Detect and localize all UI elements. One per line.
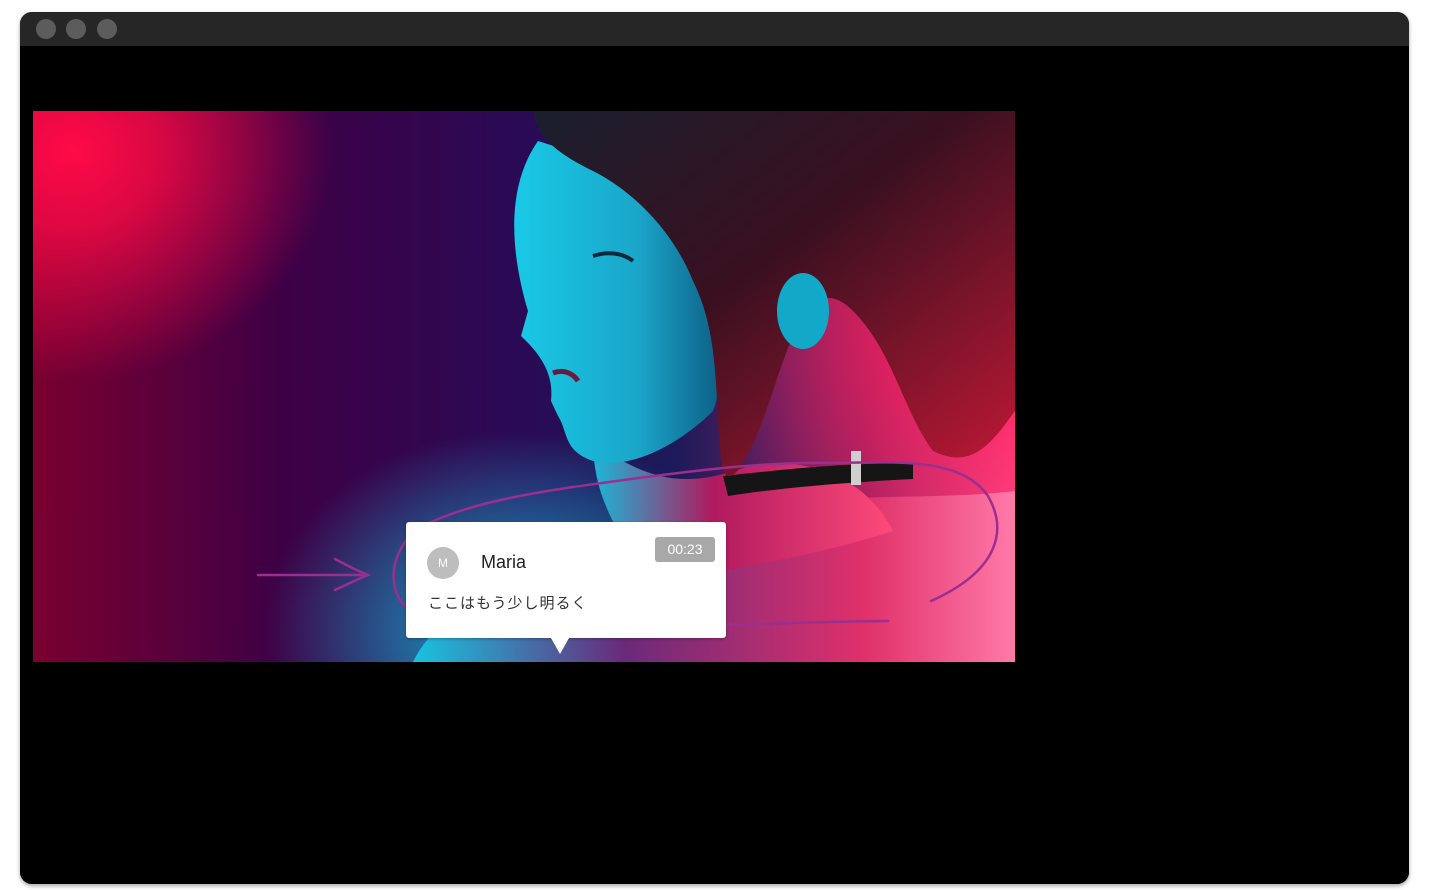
annotation-arrow[interactable] bbox=[256, 557, 372, 592]
close-window-button[interactable] bbox=[36, 19, 56, 39]
comment-text: ここはもう少し明るく bbox=[428, 594, 588, 612]
minimize-window-button[interactable] bbox=[66, 19, 86, 39]
avatar: M bbox=[427, 547, 459, 579]
zoom-window-button[interactable] bbox=[97, 19, 117, 39]
timestamp-badge[interactable]: 00:23 bbox=[655, 537, 715, 562]
viewer-canvas: M Maria 00:23 ここはもう少し明るく bbox=[20, 46, 1409, 884]
comment-popup[interactable]: M Maria 00:23 ここはもう少し明るく bbox=[406, 522, 726, 654]
comment-author: Maria bbox=[481, 552, 527, 572]
title-bar bbox=[20, 12, 1409, 46]
app-window: M Maria 00:23 ここはもう少し明るく bbox=[20, 12, 1409, 884]
annotation-loop-top bbox=[421, 485, 575, 528]
